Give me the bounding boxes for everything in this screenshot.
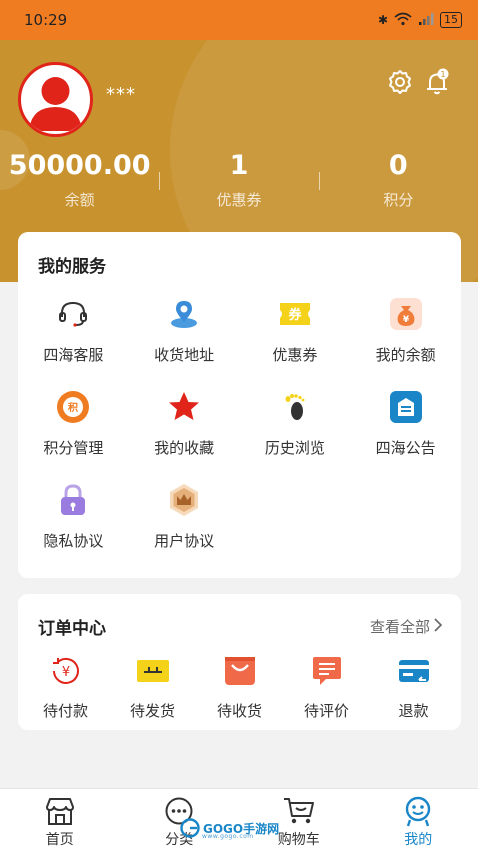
services-grid: 四海客服 收货地址 券 优惠券 ¥ 我的余额 积 积分管理 我的收藏 历史浏览 … [18, 296, 461, 557]
service-label: 我的余额 [375, 346, 436, 364]
order-to-ship[interactable]: 待发货 [113, 654, 193, 721]
service-label: 历史浏览 [264, 439, 325, 457]
package-icon [135, 654, 171, 688]
storefront-icon [43, 795, 77, 827]
service-balance[interactable]: ¥ 我的余额 [350, 296, 461, 371]
service-address[interactable]: 收货地址 [129, 296, 240, 371]
notice-icon [388, 389, 424, 425]
stat-value: 0 [388, 150, 408, 181]
service-label: 我的收藏 [154, 439, 215, 457]
lock-icon [55, 482, 91, 518]
services-card: 我的服务 四海客服 收货地址 券 优惠券 ¥ 我的余额 积 积分管理 我的收藏 … [18, 232, 461, 578]
service-privacy[interactable]: 隐私协议 [18, 482, 129, 557]
tab-mine[interactable]: 我的 [359, 789, 478, 850]
points-icon: 积 [55, 389, 91, 425]
services-title: 我的服务 [38, 257, 106, 277]
service-announcements[interactable]: 四海公告 [350, 389, 461, 464]
order-refund[interactable]: 退款 [374, 654, 454, 721]
refund-card-icon [396, 654, 432, 688]
stat-label: 积分 [383, 191, 414, 209]
service-label: 四海客服 [43, 346, 104, 364]
headset-icon [55, 296, 91, 332]
watermark-subtext: www.gogo.com [202, 833, 254, 840]
money-bag-icon: ¥ [388, 296, 424, 332]
avatar[interactable] [18, 62, 93, 137]
stat-balance[interactable]: 50000.00 余额 [0, 150, 159, 210]
order-label: 待付款 [42, 702, 88, 720]
service-label: 四海公告 [375, 439, 436, 457]
order-label: 退款 [398, 702, 429, 720]
service-user-agreement[interactable]: 用户协议 [129, 482, 240, 557]
tab-label: 我的 [404, 832, 433, 848]
order-status-row: ¥ 待付款 待发货 待收货 待评价 退款 [18, 654, 461, 721]
notification-count: 1 [440, 70, 445, 79]
stat-value: 50000.00 [8, 150, 151, 181]
view-all-orders-link[interactable]: 查看全部 [370, 616, 443, 637]
service-points[interactable]: 积 积分管理 [18, 389, 129, 464]
bluetooth-icon: ✱ [377, 13, 388, 27]
shopping-bag-icon [222, 654, 258, 688]
smiley-person-icon [401, 795, 435, 827]
order-to-receive[interactable]: 待收货 [200, 654, 280, 721]
orders-title: 订单中心 [38, 619, 106, 639]
watermark-logo: GOGO手游网 www.gogo.com [180, 818, 279, 840]
wifi-icon [394, 12, 412, 29]
stat-label: 优惠券 [216, 191, 262, 209]
order-label: 待发货 [129, 702, 175, 720]
battery-level: 15 [444, 13, 458, 26]
watermark-icon [180, 818, 200, 838]
yen-circle-icon-text: ¥ [61, 665, 69, 680]
status-time: 10:29 [24, 11, 68, 29]
gear-icon[interactable] [386, 68, 414, 96]
account-stats: 50000.00 余额 1 优惠券 0 积分 [0, 150, 478, 210]
order-label: 待收货 [216, 702, 262, 720]
signal-icon [418, 12, 434, 29]
yen-circle-icon: ¥ [48, 654, 84, 688]
crown-badge-icon [166, 482, 202, 518]
orders-card: 订单中心 查看全部 ¥ 待付款 待发货 待收货 待评价 退款 [18, 594, 461, 730]
service-label: 收货地址 [154, 346, 215, 364]
service-customer-service[interactable]: 四海客服 [18, 296, 129, 371]
chevron-right-icon [434, 617, 443, 636]
view-all-label: 查看全部 [369, 618, 430, 636]
status-icons: ✱ 15 [378, 12, 462, 29]
service-history[interactable]: 历史浏览 [240, 389, 351, 464]
coupon-icon: 券 [277, 296, 313, 332]
stat-points[interactable]: 0 积分 [318, 150, 478, 210]
footprint-icon [277, 389, 313, 425]
order-label: 待评价 [303, 702, 349, 720]
coupon-icon-text: 券 [287, 307, 302, 323]
points-icon-text: 积 [68, 401, 78, 414]
stat-value: 1 [229, 150, 249, 181]
cart-icon [282, 795, 316, 827]
star-icon [166, 389, 202, 425]
status-bar: 10:29 ✱ 15 [0, 0, 478, 40]
service-coupons[interactable]: 券 优惠券 [240, 296, 351, 371]
money-bag-icon-text: ¥ [402, 315, 409, 325]
tab-home[interactable]: 首页 [0, 789, 120, 850]
service-label: 优惠券 [272, 346, 318, 364]
service-label: 隐私协议 [43, 532, 104, 550]
battery-icon: 15 [440, 12, 462, 28]
service-favorites[interactable]: 我的收藏 [129, 389, 240, 464]
bell-icon[interactable]: 1 [424, 68, 452, 96]
username: *** [106, 84, 136, 105]
tab-label: 首页 [45, 832, 74, 848]
stat-coupons[interactable]: 1 优惠券 [159, 150, 318, 210]
order-to-review[interactable]: 待评价 [287, 654, 367, 721]
tab-label: 购物车 [277, 832, 320, 848]
location-pin-icon [166, 296, 202, 332]
service-label: 积分管理 [43, 439, 104, 457]
order-pending-payment[interactable]: ¥ 待付款 [26, 654, 106, 721]
service-label: 用户协议 [154, 532, 215, 550]
comment-icon [309, 654, 345, 688]
stat-label: 余额 [64, 191, 95, 209]
